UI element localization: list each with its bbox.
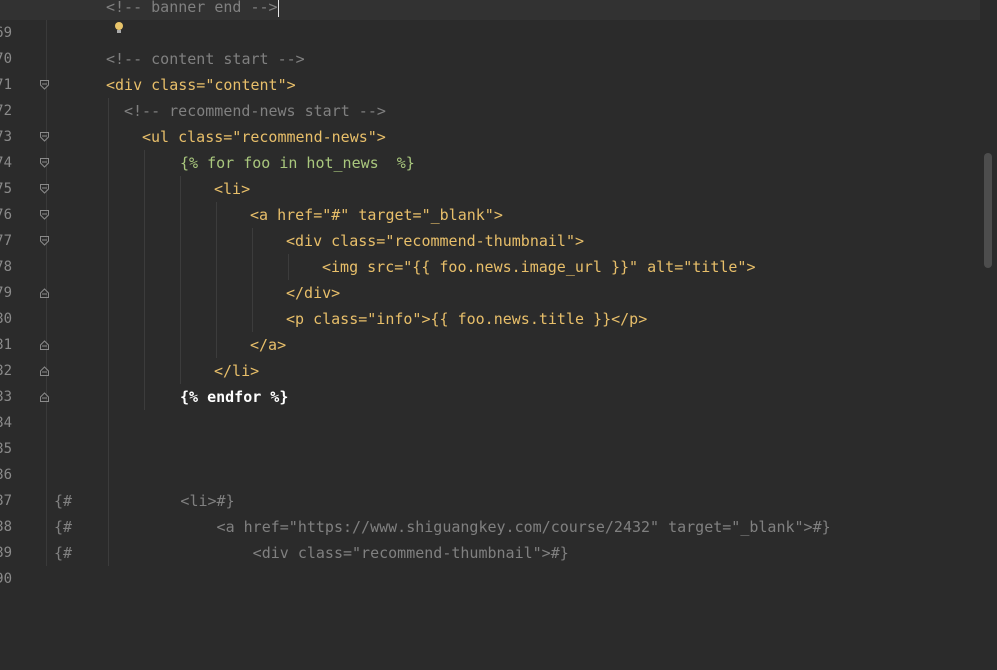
- code-text: </div>: [286, 284, 341, 302]
- code-text: </a>: [250, 336, 287, 354]
- code-line[interactable]: 89 {# <a href="https://www.shiguangkey.c…: [0, 514, 980, 561]
- code-line[interactable]: 72 <div class="content">: [0, 72, 980, 119]
- code-text: <p class="info">{{ foo.news.title }}</p>: [286, 310, 648, 328]
- vertical-scrollbar[interactable]: [980, 0, 997, 566]
- code-line[interactable]: 88 {# <li>#}: [0, 488, 980, 535]
- fold-open-icon[interactable]: [40, 184, 49, 194]
- fold-open-icon[interactable]: [40, 132, 49, 142]
- fold-open-icon[interactable]: [40, 210, 49, 220]
- code-line[interactable]: 81 <p class="info">{{ foo.news.title }}<…: [0, 306, 980, 353]
- scroll-thumb[interactable]: [984, 153, 992, 268]
- fold-open-icon[interactable]: [40, 236, 49, 246]
- code-text: <a href="#" target="_blank">: [250, 206, 503, 224]
- lightbulb-icon[interactable]: [58, 0, 124, 33]
- code-text: {% endfor %}: [180, 388, 289, 406]
- code-text: <!-- banner end -->: [106, 0, 278, 16]
- code-line[interactable]: 85: [0, 410, 980, 457]
- code-line[interactable]: 76 <li>: [0, 176, 980, 223]
- code-text: <img src="{{ foo.news.image_url }}" alt=…: [322, 258, 756, 276]
- code-text: <!-- content start -->: [106, 50, 305, 68]
- code-line[interactable]: 73 <!-- recommend-news start -->: [0, 98, 980, 145]
- code-line[interactable]: 78 <div class="recommend-thumbnail">: [0, 228, 980, 275]
- fold-close-icon[interactable]: [40, 392, 49, 402]
- code-text: </li>: [214, 362, 260, 380]
- code-editor[interactable]: 69 <!-- banner end --> 70 71 <!-- conten…: [0, 0, 997, 587]
- code-line[interactable]: 86: [0, 436, 980, 483]
- code-line[interactable]: 77 <a href="#" target="_blank">: [0, 202, 980, 249]
- code-line[interactable]: 75 {% for foo in hot_news %}: [0, 150, 980, 197]
- code-line[interactable]: 84 {% endfor %}: [0, 384, 980, 431]
- code-text: {# <li>#}: [54, 492, 235, 510]
- code-line[interactable]: 71 <!-- content start -->: [0, 46, 980, 93]
- fold-close-icon[interactable]: [40, 366, 49, 376]
- fold-open-icon[interactable]: [40, 158, 49, 168]
- code-line[interactable]: 74 <ul class="recommend-news">: [0, 124, 980, 171]
- code-text: <div class="recommend-thumbnail">: [286, 232, 585, 250]
- code-text: <!-- recommend-news start -->: [124, 102, 386, 120]
- fold-close-icon[interactable]: [40, 340, 49, 350]
- code-line[interactable]: 82 </a>: [0, 332, 980, 379]
- code-line[interactable]: 90 {# <div class="recommend-thumbnail">#…: [0, 540, 980, 587]
- code-line[interactable]: 79 <img src="{{ foo.news.image_url }}" a…: [0, 254, 980, 301]
- fold-close-icon[interactable]: [40, 288, 49, 298]
- code-text: {% for foo in hot_news %}: [180, 154, 415, 172]
- code-line[interactable]: 70: [0, 20, 980, 67]
- code-line[interactable]: 87: [0, 462, 980, 509]
- code-text: <div class="content">: [106, 76, 296, 94]
- code-text: <li>: [214, 180, 251, 198]
- code-line[interactable]: 69 <!-- banner end -->: [0, 0, 980, 41]
- fold-open-icon[interactable]: [40, 80, 49, 90]
- code-line[interactable]: 80 </div>: [0, 280, 980, 327]
- code-text: {# <div class="recommend-thumbnail">#}: [54, 544, 569, 562]
- code-line[interactable]: 83 </li>: [0, 358, 980, 405]
- code-text: <ul class="recommend-news">: [142, 128, 386, 146]
- code-text: {# <a href="https://www.shiguangkey.com/…: [54, 518, 831, 536]
- text-cursor: [277, 0, 279, 17]
- line-number: 90: [0, 571, 12, 587]
